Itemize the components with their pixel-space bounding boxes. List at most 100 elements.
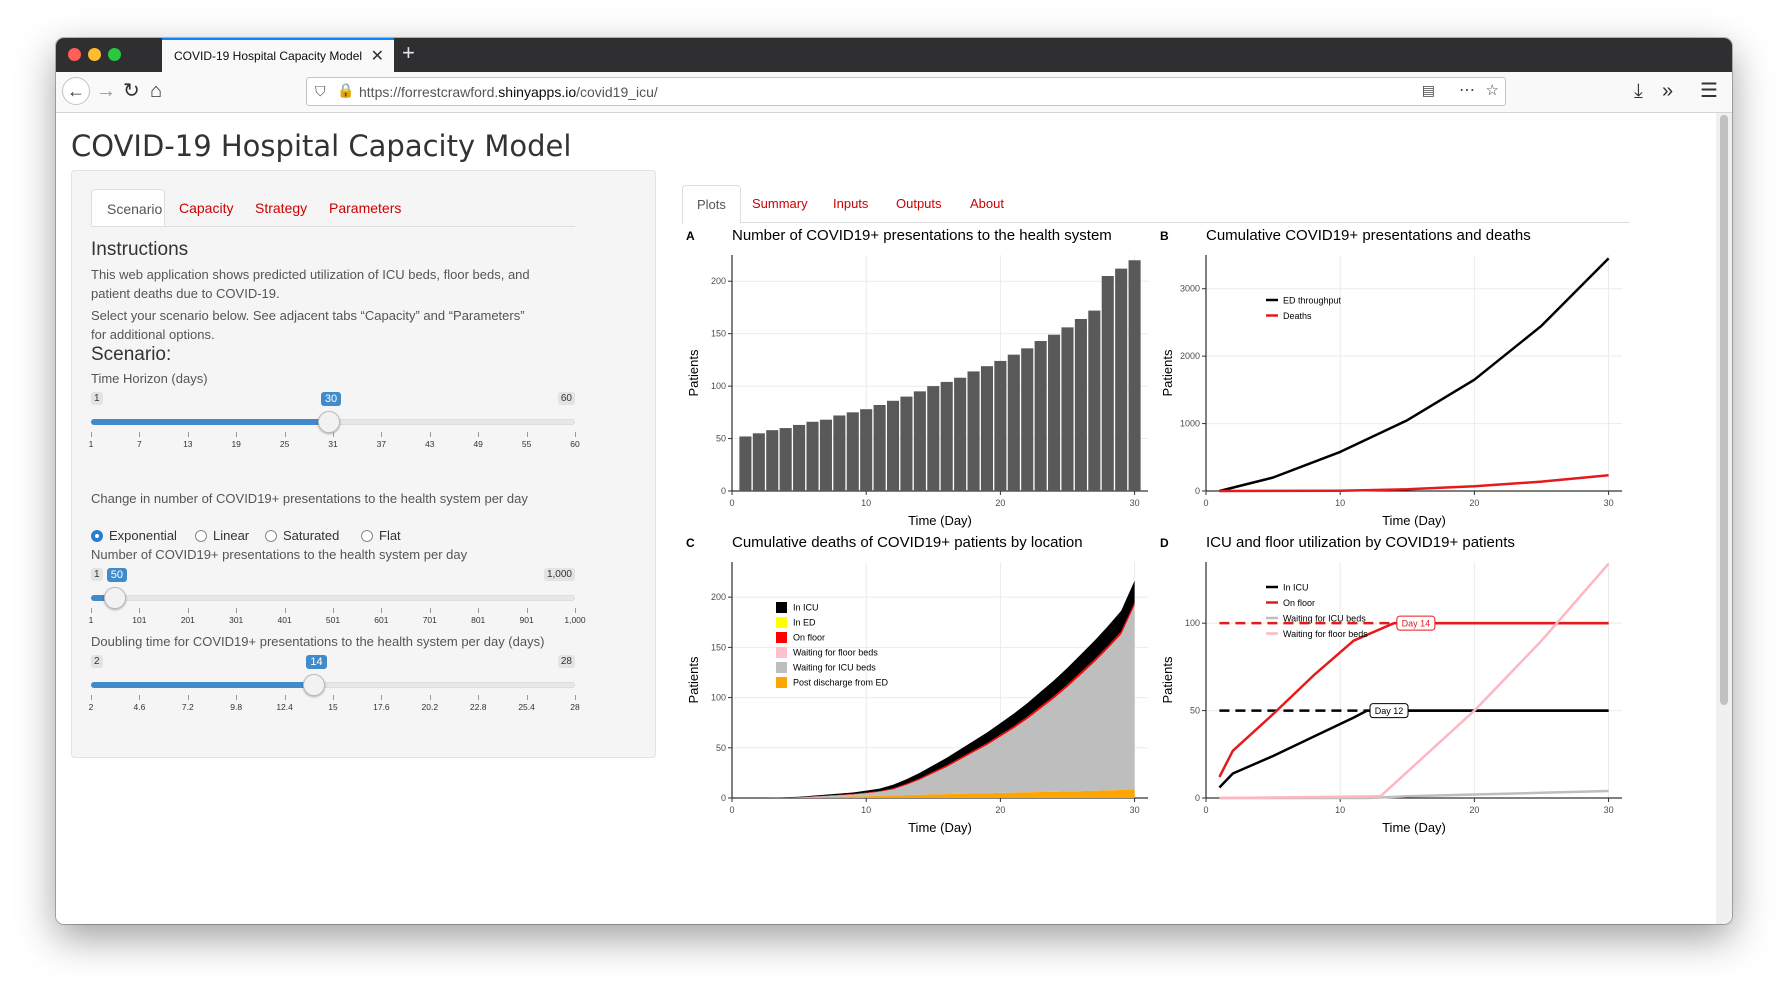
slider-tick-label: 13 (183, 439, 193, 449)
slider-tick (381, 432, 383, 437)
overflow-icon[interactable]: » (1662, 80, 1673, 102)
slider-ticks: 1 7 13 19 25 31 37 43 49 55 60 (89, 432, 580, 452)
slider-handle[interactable] (303, 674, 326, 696)
slider-tick-label: 49 (473, 439, 483, 449)
legend-label: Post discharge from ED (793, 678, 889, 688)
slider-tick (478, 695, 480, 700)
shield-icon[interactable]: ⛉ (315, 83, 326, 100)
zoom-window-button[interactable] (108, 48, 121, 61)
tab-about[interactable]: About (970, 185, 1004, 222)
bookmark-star-icon[interactable]: ☆ (1486, 81, 1499, 99)
slider-tick-label: 31 (328, 439, 338, 449)
tab-outputs[interactable]: Outputs (896, 185, 942, 222)
menu-icon[interactable]: ☰ (1700, 80, 1718, 102)
bar (927, 386, 940, 491)
legend-swatch (776, 602, 787, 613)
tab-inputs[interactable]: Inputs (833, 185, 868, 222)
slider-handle[interactable] (103, 587, 126, 609)
slider-tick-label: 43 (425, 439, 435, 449)
bar (833, 415, 846, 491)
bar (1128, 260, 1141, 491)
y-tick-label: 0 (721, 486, 726, 496)
radio-exponential[interactable]: Exponential (91, 528, 177, 543)
slider-tick (284, 608, 286, 613)
chart-title: ICU and floor utilization by COVID19+ pa… (1206, 534, 1515, 551)
tab-parameters[interactable]: Parameters (329, 189, 401, 226)
minimize-window-button[interactable] (88, 48, 101, 61)
y-tick-label: 150 (711, 329, 726, 339)
slider-tick-label: 301 (229, 615, 244, 625)
url-bar[interactable]: ⛉ 🔒 https://forrestcrawford.shinyapps.io… (306, 77, 1506, 106)
bar (793, 424, 806, 491)
close-window-button[interactable] (68, 48, 81, 61)
tab-scenario[interactable]: Scenario (91, 189, 165, 226)
slider-tick (526, 432, 528, 437)
tab-capacity[interactable]: Capacity (179, 189, 233, 226)
more-actions-icon[interactable]: ⋯ (1459, 80, 1475, 100)
y-tick-label: 50 (716, 434, 726, 444)
reader-view-icon[interactable]: ▤ (1422, 82, 1435, 99)
time-horizon-slider[interactable]: 1 60 30 1 7 13 19 25 31 37 43 49 55 60 (89, 392, 580, 462)
radio-flat[interactable]: Flat (361, 528, 401, 543)
radio-linear[interactable]: Linear (195, 528, 249, 543)
legend-label: Deaths (1283, 311, 1312, 321)
presentations-slider[interactable]: 1 1,000 50 1 101 201 301 401 501 601 701 801 901 1… (89, 568, 586, 638)
bar (900, 396, 913, 491)
radio-dot[interactable] (265, 530, 277, 542)
slider-tick-label: 25.4 (518, 702, 535, 712)
y-tick-label: 0 (721, 793, 726, 803)
legend-label: Waiting for floor beds (793, 648, 878, 658)
slider-tick (526, 695, 528, 700)
close-tab-icon[interactable]: ✕ (371, 46, 384, 66)
new-tab-icon[interactable]: + (402, 40, 415, 66)
y-tick-label: 50 (716, 743, 726, 753)
legend-label: Waiting for ICU beds (793, 663, 876, 673)
bar (980, 366, 994, 491)
tab-summary[interactable]: Summary (752, 185, 808, 222)
reload-icon[interactable]: ↻ (123, 80, 140, 102)
download-icon[interactable]: ⤓ (1634, 80, 1643, 102)
slider-tick (575, 432, 576, 437)
radio-saturated[interactable]: Saturated (265, 528, 339, 543)
bar (913, 391, 926, 491)
slider-tick-label: 201 (180, 615, 195, 625)
legend-swatch (776, 677, 787, 688)
slider-tick-label: 4.6 (133, 702, 146, 712)
slider-tick (91, 608, 92, 613)
tab-strategy[interactable]: Strategy (255, 189, 307, 226)
page-scrollbar[interactable] (1716, 113, 1732, 924)
radio-dot[interactable] (195, 530, 207, 542)
slider-max-label: 28 (557, 655, 575, 668)
slider-tick (236, 695, 238, 700)
y-axis-label: Patients (686, 349, 701, 396)
radio-dot[interactable] (361, 530, 373, 542)
slider-tick-label: 601 (374, 615, 389, 625)
panel-letter: B (1160, 229, 1169, 243)
x-tick-label: 20 (995, 498, 1005, 508)
slider-tick-label: 28 (570, 702, 580, 712)
lock-icon[interactable]: 🔒 (337, 82, 354, 99)
instructions-heading: Instructions (91, 239, 189, 260)
x-tick-label: 10 (861, 498, 871, 508)
slider-tick-label: 7 (137, 439, 142, 449)
scrollbar-thumb[interactable] (1720, 115, 1728, 705)
home-icon[interactable]: ⌂ (150, 80, 162, 102)
back-button[interactable]: ← (62, 77, 90, 105)
bar (1088, 310, 1101, 491)
browser-tab[interactable]: COVID-19 Hospital Capacity Model ✕ (162, 38, 394, 72)
radio-dot[interactable] (91, 530, 103, 542)
chart-title: Cumulative deaths of COVID19+ patients b… (732, 534, 1083, 551)
legend-label: In ICU (1283, 583, 1309, 593)
slider-tick-label: 60 (570, 439, 580, 449)
plot-background (1206, 255, 1622, 491)
slider-handle[interactable] (317, 411, 340, 433)
forward-button[interactable]: → (96, 80, 116, 102)
y-tick-label: 100 (711, 381, 726, 391)
slider-tick-label: 701 (422, 615, 437, 625)
scenario-heading: Scenario: (91, 344, 172, 365)
slider-track[interactable] (91, 595, 575, 601)
slider-min-label: 2 (91, 655, 103, 668)
main-tabs: Plots Summary Inputs Outputs About (682, 185, 1630, 224)
doubling-time-slider[interactable]: 2 28 14 2 4.6 7.2 9.8 12.4 15 17.6 20.2 22.8 25.4… (89, 655, 580, 725)
tab-plots[interactable]: Plots (682, 185, 741, 224)
